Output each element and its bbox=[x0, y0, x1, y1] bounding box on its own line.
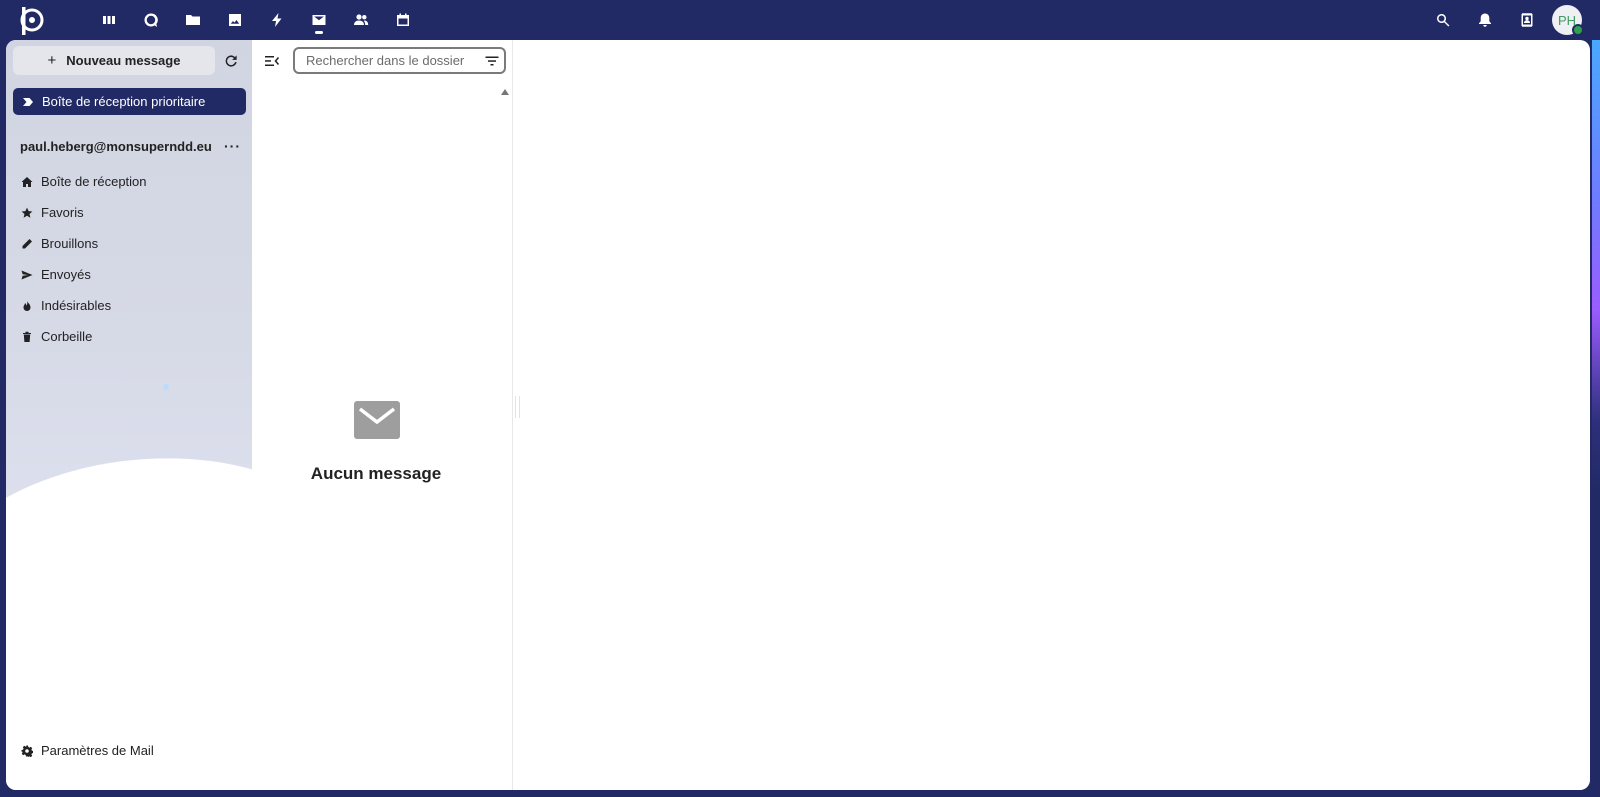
dashboard-icon bbox=[103, 16, 115, 24]
new-message-button[interactable]: + Nouveau message bbox=[13, 46, 215, 75]
image-icon bbox=[229, 14, 241, 26]
calendar-icon bbox=[397, 13, 409, 26]
avatar[interactable]: PH bbox=[1552, 5, 1584, 36]
account-email[interactable]: paul.heberg@monsuperndd.eu bbox=[20, 139, 212, 154]
fire-icon bbox=[23, 300, 31, 311]
lightning-icon bbox=[272, 13, 282, 27]
folder-icon bbox=[186, 15, 200, 25]
notifications-button[interactable] bbox=[1464, 0, 1506, 40]
folder-list: Boîte de réception Favoris Brouillons En… bbox=[20, 166, 245, 352]
unified-search-button[interactable] bbox=[1422, 0, 1464, 40]
folder-drafts[interactable]: Brouillons bbox=[20, 228, 245, 259]
bell-icon bbox=[1479, 13, 1491, 27]
folder-label: Indésirables bbox=[41, 298, 112, 313]
home-icon bbox=[21, 176, 33, 187]
folder-search-box bbox=[293, 47, 506, 74]
settings-label: Paramètres de Mail bbox=[41, 743, 154, 758]
new-message-label: Nouveau message bbox=[66, 53, 181, 68]
mail-icon bbox=[312, 15, 326, 25]
talk-icon bbox=[144, 13, 158, 27]
background-edge bbox=[1592, 40, 1600, 490]
folder-inbox[interactable]: Boîte de réception bbox=[20, 166, 245, 197]
empty-state-title: Aucun message bbox=[310, 464, 442, 483]
app-dashboard[interactable] bbox=[88, 0, 130, 40]
folder-label: Envoyés bbox=[41, 267, 91, 282]
account-menu-button[interactable]: ··· bbox=[224, 138, 241, 154]
priority-inbox-item[interactable]: Boîte de réception prioritaire bbox=[13, 88, 246, 115]
mail-icon bbox=[354, 401, 400, 439]
top-bar: PH bbox=[0, 0, 1600, 40]
folder-label: Brouillons bbox=[41, 236, 99, 251]
filter-icon[interactable] bbox=[484, 53, 500, 69]
app-navigation bbox=[88, 0, 424, 40]
folder-sent[interactable]: Envoyés bbox=[20, 259, 245, 290]
resize-handle[interactable] bbox=[515, 396, 520, 418]
trash-icon bbox=[23, 331, 31, 342]
label-arrow-icon bbox=[23, 97, 33, 106]
app-files[interactable] bbox=[172, 0, 214, 40]
app-mail[interactable] bbox=[298, 0, 340, 40]
toggle-navigation-icon[interactable] bbox=[264, 53, 280, 69]
folder-label: Boîte de réception bbox=[41, 174, 147, 189]
search-input[interactable] bbox=[304, 52, 478, 69]
message-list-column: Aucun message bbox=[252, 40, 513, 790]
online-status-dot bbox=[1572, 24, 1584, 36]
nextcloud-logo[interactable] bbox=[18, 2, 54, 38]
pencil-icon bbox=[22, 238, 32, 248]
gear-icon bbox=[21, 745, 33, 757]
folder-junk[interactable]: Indésirables bbox=[20, 290, 245, 321]
app-photos[interactable] bbox=[214, 0, 256, 40]
priority-inbox-label: Boîte de réception prioritaire bbox=[42, 94, 206, 109]
search-icon bbox=[1437, 14, 1450, 27]
mail-sidebar: + Nouveau message Boîte de réception prio… bbox=[6, 40, 252, 790]
app-contacts[interactable] bbox=[340, 0, 382, 40]
mail-settings-button[interactable]: Paramètres de Mail bbox=[20, 743, 154, 758]
contacts-icon bbox=[354, 14, 369, 25]
app-activity[interactable] bbox=[256, 0, 298, 40]
contacts-menu-button[interactable] bbox=[1506, 0, 1548, 40]
folder-favorites[interactable]: Favoris bbox=[20, 197, 245, 228]
refresh-icon[interactable] bbox=[222, 52, 240, 70]
scroll-up-arrow[interactable] bbox=[501, 89, 509, 95]
app-calendar[interactable] bbox=[382, 0, 424, 40]
folder-label: Corbeille bbox=[41, 329, 93, 344]
app-talk[interactable] bbox=[130, 0, 172, 40]
folder-label: Favoris bbox=[41, 205, 84, 220]
contacts-menu-icon bbox=[1521, 13, 1533, 27]
plus-icon: + bbox=[47, 52, 57, 69]
folder-trash[interactable]: Corbeille bbox=[20, 321, 245, 352]
send-icon bbox=[21, 270, 33, 279]
star-icon bbox=[21, 207, 33, 218]
loading-dot bbox=[163, 384, 169, 390]
app-content: + Nouveau message Boîte de réception prio… bbox=[6, 40, 1590, 790]
header-right: PH bbox=[1422, 0, 1600, 40]
